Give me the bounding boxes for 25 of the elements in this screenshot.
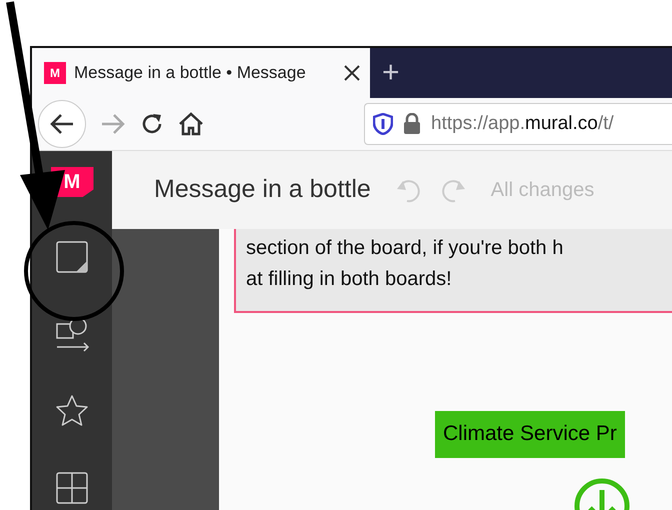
browser-tab[interactable]: M Message in a bottle • Message — [32, 48, 370, 98]
forward-arrow-icon — [100, 113, 126, 135]
new-tab-button[interactable]: + — [370, 48, 412, 98]
sticky-note-tool[interactable] — [54, 239, 90, 275]
board-title[interactable]: Message in a bottle — [154, 171, 371, 209]
grid-tool[interactable] — [54, 470, 90, 506]
address-bar[interactable]: https://app.mural.co/t/ — [364, 103, 672, 145]
back-button[interactable] — [38, 100, 86, 148]
home-button[interactable] — [178, 112, 204, 136]
download-icon — [574, 478, 630, 510]
reload-button[interactable] — [140, 112, 164, 136]
home-icon — [178, 112, 204, 136]
tab-title: Message in a bottle • Message — [74, 62, 307, 84]
sticky-note-icon — [54, 239, 90, 275]
sticky-note[interactable]: section of the board, if you're both h at filling in both boards! — [234, 229, 672, 313]
url-text: https://app.mural.co/t/ — [431, 112, 614, 136]
back-arrow-icon — [49, 113, 75, 135]
reload-icon — [140, 112, 164, 136]
section-label[interactable]: Climate Service Pr — [435, 411, 625, 458]
shield-icon — [373, 113, 393, 135]
save-status: All changes — [490, 178, 594, 203]
close-icon[interactable] — [344, 65, 360, 81]
lock-icon — [403, 113, 421, 135]
grid-icon — [54, 470, 90, 506]
mural-icon: M — [44, 62, 66, 84]
